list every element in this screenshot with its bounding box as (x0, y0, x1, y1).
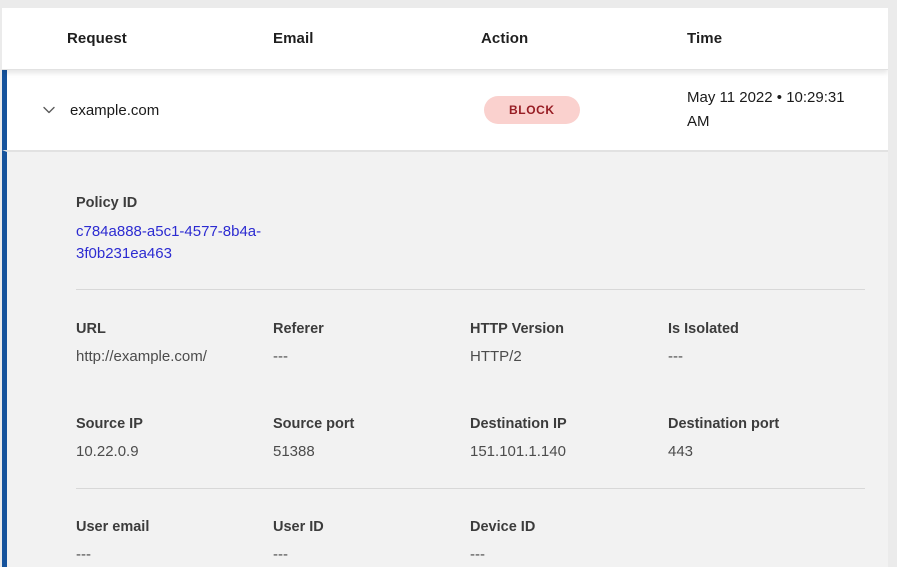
detail-field-label: User email (76, 517, 273, 537)
detail-field-label: HTTP Version (470, 319, 668, 339)
detail-field: URL http://example.com/ (76, 319, 273, 366)
detail-field-value: http://example.com/ (76, 348, 273, 366)
section-divider (76, 488, 865, 489)
detail-field-label: Source port (273, 414, 470, 434)
column-header: Request (67, 30, 273, 47)
table-header: Request Email Action Time (2, 8, 888, 70)
detail-field-value: HTTP/2 (470, 348, 668, 366)
column-header: Action (481, 30, 687, 47)
detail-field: Device ID --- (470, 517, 668, 564)
detail-field-value: --- (668, 348, 888, 366)
detail-field-label: URL (76, 319, 273, 339)
detail-field: User ID --- (273, 517, 470, 564)
detail-field: HTTP Version HTTP/2 (470, 319, 668, 366)
detail-field-value: 151.101.1.140 (470, 443, 668, 461)
detail-field-value: 10.22.0.9 (76, 443, 273, 461)
row-time-value: May 11 2022 • 10:29:31 AM (687, 86, 862, 134)
detail-field-label: Is Isolated (668, 319, 888, 339)
row-detail-panel: Policy ID c784a888-a5c1-4577-8b4a-3f0b23… (2, 150, 888, 567)
detail-field-value: 443 (668, 443, 888, 461)
row-action-cell: BLOCK (484, 96, 687, 124)
detail-field-label: Device ID (470, 517, 668, 537)
detail-field-value: --- (76, 546, 273, 564)
policy-id-link[interactable]: c784a888-a5c1-4577-8b4a-3f0b231ea463 (76, 221, 276, 264)
detail-field: Destination port 443 (668, 414, 888, 461)
detail-field: Is Isolated --- (668, 319, 888, 366)
policy-id-label: Policy ID (76, 193, 888, 213)
detail-field-label: Destination port (668, 414, 888, 434)
policy-id-block: Policy ID c784a888-a5c1-4577-8b4a-3f0b23… (7, 193, 888, 264)
action-badge-block: BLOCK (484, 96, 580, 124)
detail-field-label: Destination IP (470, 414, 668, 434)
gateway-log-table: Request Email Action Time example.com BL… (2, 8, 888, 567)
connection-fields-grid: URL http://example.com/ Referer --- HTTP… (7, 319, 888, 461)
detail-field-value: --- (273, 348, 470, 366)
detail-field-label: Referer (273, 319, 470, 339)
log-row-example-com[interactable]: example.com BLOCK May 11 2022 • 10:29:31… (2, 70, 888, 150)
column-header: Email (273, 30, 481, 47)
detail-field-value: --- (273, 546, 470, 564)
row-request-value: example.com (70, 102, 484, 119)
detail-field: Referer --- (273, 319, 470, 366)
detail-field-value: 51388 (273, 443, 470, 461)
user-fields-grid: User email --- User ID --- Device ID --- (7, 517, 888, 564)
detail-field-label: User ID (273, 517, 470, 537)
row-expand-toggle[interactable] (40, 101, 58, 119)
detail-field: Source port 51388 (273, 414, 470, 461)
detail-field: User email --- (76, 517, 273, 564)
section-divider (76, 289, 865, 290)
detail-field-value: --- (470, 546, 668, 564)
column-header: Time (687, 30, 888, 47)
detail-field: Source IP 10.22.0.9 (76, 414, 273, 461)
detail-field-label: Source IP (76, 414, 273, 434)
chevron-down-icon (41, 102, 57, 118)
detail-field: Destination IP 151.101.1.140 (470, 414, 668, 461)
